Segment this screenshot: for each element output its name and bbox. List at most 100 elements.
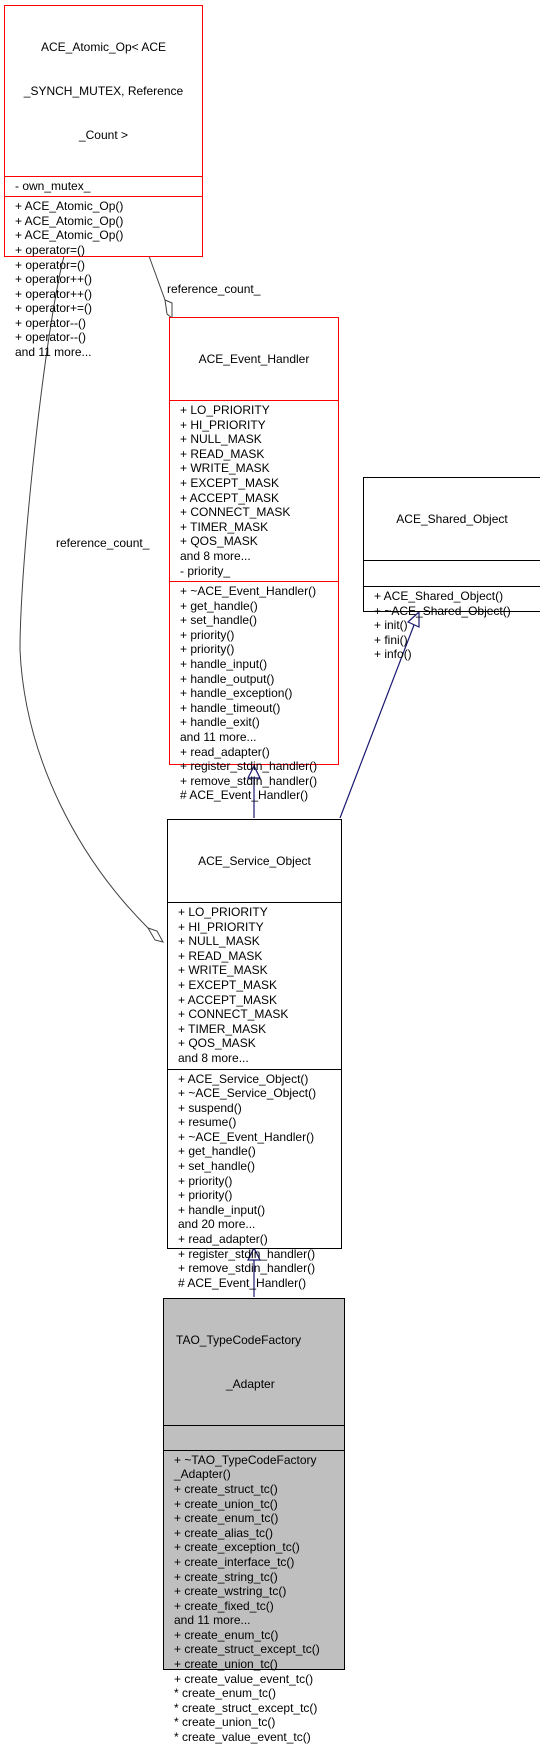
class-member: + create_alias_tc() <box>174 1525 274 1540</box>
class-methods: + ~ACE_Event_Handler() + get_handle() + se… <box>170 581 338 806</box>
class-member: + create_exception_tc() <box>174 1540 300 1555</box>
class-member: + operator++() <box>15 286 93 301</box>
class-member: + priority() <box>180 627 235 642</box>
class-member: + CONNECT_MASK <box>180 505 291 520</box>
class-member: and 20 more... <box>178 1217 256 1232</box>
class-member: and 11 more... <box>174 1613 251 1628</box>
class-member: + create_union_tc() <box>174 1496 278 1511</box>
class-box-atomic-op[interactable]: ACE_Atomic_Op< ACE _SYNCH_MUTEX, Referen… <box>4 5 203 359</box>
class-member: - priority_ <box>180 563 231 578</box>
class-title: ACE_Atomic_Op< ACE _SYNCH_MUTEX, Referen… <box>5 6 202 176</box>
class-member: and 8 more... <box>178 1050 249 1065</box>
class-title: ACE_Event_Handler <box>170 318 338 400</box>
class-member: + create_struct_tc() <box>174 1481 278 1496</box>
class-member: + operator--() <box>15 315 87 330</box>
class-member: + ~ACE_Service_Object() <box>178 1086 317 1101</box>
class-member: + handle_exit() <box>180 715 260 730</box>
class-member: + EXCEPT_MASK <box>180 475 280 490</box>
class-box-tc-factory-adapter[interactable]: TAO_TypeCodeFactory _Adapter + ~TAO_Type… <box>163 1298 345 1744</box>
class-member: + ~TAO_TypeCodeFactory <box>174 1452 317 1467</box>
class-member: + ACE_Shared_Object() <box>374 588 504 603</box>
class-member: + QOS_MASK <box>180 534 258 549</box>
class-title-line: TAO_TypeCodeFactory <box>176 1333 302 1348</box>
class-member: # ACE_Event_Handler() <box>178 1275 307 1290</box>
class-member: + WRITE_MASK <box>180 461 270 476</box>
class-member: + info() <box>374 647 412 662</box>
class-member: + operator--() <box>15 330 87 345</box>
class-member: + create_struct_except_tc() <box>174 1642 320 1657</box>
class-box-shared-object[interactable]: ACE_Shared_Object + ACE_Shared_Object() +… <box>363 477 540 661</box>
class-member: + get_handle() <box>180 598 258 613</box>
class-member: + create_wstring_tc() <box>174 1584 287 1599</box>
class-member: + ACE_Service_Object() <box>178 1071 309 1086</box>
class-member: + create_enum_tc() <box>174 1511 279 1526</box>
class-member: + priority() <box>178 1188 233 1203</box>
class-title-line: ACE_Shared_Object <box>396 512 508 527</box>
class-title: ACE_Shared_Object <box>364 478 540 560</box>
class-member: + init() <box>374 618 408 633</box>
class-member: and 11 more... <box>180 730 257 745</box>
class-methods: + ACE_Service_Object() + ~ACE_Service_Obj… <box>168 1068 341 1294</box>
class-member: + handle_exception() <box>180 686 293 701</box>
class-member: and 11 more... <box>15 345 92 360</box>
edge-label-reference-count: reference_count_ <box>56 536 150 550</box>
class-member: # ACE_Event_Handler() <box>180 788 309 803</box>
class-member: + set_handle() <box>180 613 258 628</box>
class-member: + handle_input() <box>178 1202 266 1217</box>
class-attributes: + LO_PRIORITY + HI_PRIORITY + NULL_MASK + R… <box>170 399 338 581</box>
class-title-line: _Adapter <box>226 1376 275 1391</box>
class-member: + EXCEPT_MASK <box>178 977 278 992</box>
class-box-service-object[interactable]: ACE_Service_Object + LO_PRIORITY + HI_PRI… <box>167 819 342 1290</box>
class-member: + LO_PRIORITY <box>180 402 270 417</box>
class-member: + create_fixed_tc() <box>174 1598 274 1613</box>
class-member: + fini() <box>374 632 408 647</box>
class-member: + CONNECT_MASK <box>178 1007 289 1022</box>
class-member: + handle_input() <box>180 657 268 672</box>
class-member: + suspend() <box>178 1100 242 1115</box>
class-member: * create_struct_except_tc() <box>174 1700 318 1715</box>
class-member: + read_adapter() <box>178 1232 268 1247</box>
class-member: + priority() <box>180 642 235 657</box>
class-member: * create_enum_tc() <box>174 1686 277 1701</box>
class-member: + ACE_Atomic_Op() <box>15 199 124 214</box>
class-member: + ACCEPT_MASK <box>178 992 278 1007</box>
class-member: + HI_PRIORITY <box>178 919 264 934</box>
class-title-line: ACE_Service_Object <box>198 854 311 869</box>
class-methods: + ~TAO_TypeCodeFactory _Adapter() + create… <box>164 1449 344 1748</box>
class-member: + QOS_MASK <box>178 1036 256 1051</box>
class-member: + create_string_tc() <box>174 1569 278 1584</box>
class-title: TAO_TypeCodeFactory _Adapter <box>164 1299 344 1425</box>
class-member: - own_mutex_ <box>15 178 91 193</box>
class-title-line: ACE_Atomic_Op< ACE <box>40 40 167 55</box>
class-title-line: _SYNCH_MUTEX, Reference <box>23 83 184 98</box>
class-member: + resume() <box>178 1115 237 1130</box>
class-member: + set_handle() <box>178 1159 256 1174</box>
class-member: + ~ACE_Event_Handler() <box>178 1129 315 1144</box>
class-member: + remove_stdin_handler() <box>180 773 318 788</box>
class-member: + NULL_MASK <box>178 934 260 949</box>
class-member: + READ_MASK <box>180 446 265 461</box>
class-member: + HI_PRIORITY <box>180 417 266 432</box>
class-member: * create_union_tc() <box>174 1715 276 1730</box>
class-member: + ~ACE_Event_Handler() <box>180 584 317 599</box>
class-member: + LO_PRIORITY <box>178 904 268 919</box>
class-title: ACE_Service_Object <box>168 820 341 902</box>
class-member: + handle_timeout() <box>180 700 281 715</box>
class-title-line: ACE_Event_Handler <box>198 352 310 367</box>
aggregation-diamond-icon <box>146 927 164 943</box>
class-member: + operator=() <box>15 257 86 272</box>
class-member: _Adapter() <box>174 1467 231 1482</box>
class-member: + create_enum_tc() <box>174 1627 279 1642</box>
class-member: + create_value_event_tc() <box>174 1671 314 1686</box>
class-methods: + ACE_Shared_Object() + ~ACE_Shared_Objec… <box>364 585 540 665</box>
class-member: + operator+=() <box>15 301 93 316</box>
class-box-event-handler[interactable]: ACE_Event_Handler + LO_PRIORITY + HI_PRIO… <box>169 317 339 802</box>
class-member: + TIMER_MASK <box>178 1021 267 1036</box>
class-member: + create_interface_tc() <box>174 1554 295 1569</box>
class-member: + read_adapter() <box>180 744 270 759</box>
class-title-line: _Count > <box>78 127 129 142</box>
class-member: + TIMER_MASK <box>180 519 269 534</box>
class-attributes <box>364 559 540 586</box>
class-member: + get_handle() <box>178 1144 256 1159</box>
class-attributes: - own_mutex_ <box>5 175 202 197</box>
